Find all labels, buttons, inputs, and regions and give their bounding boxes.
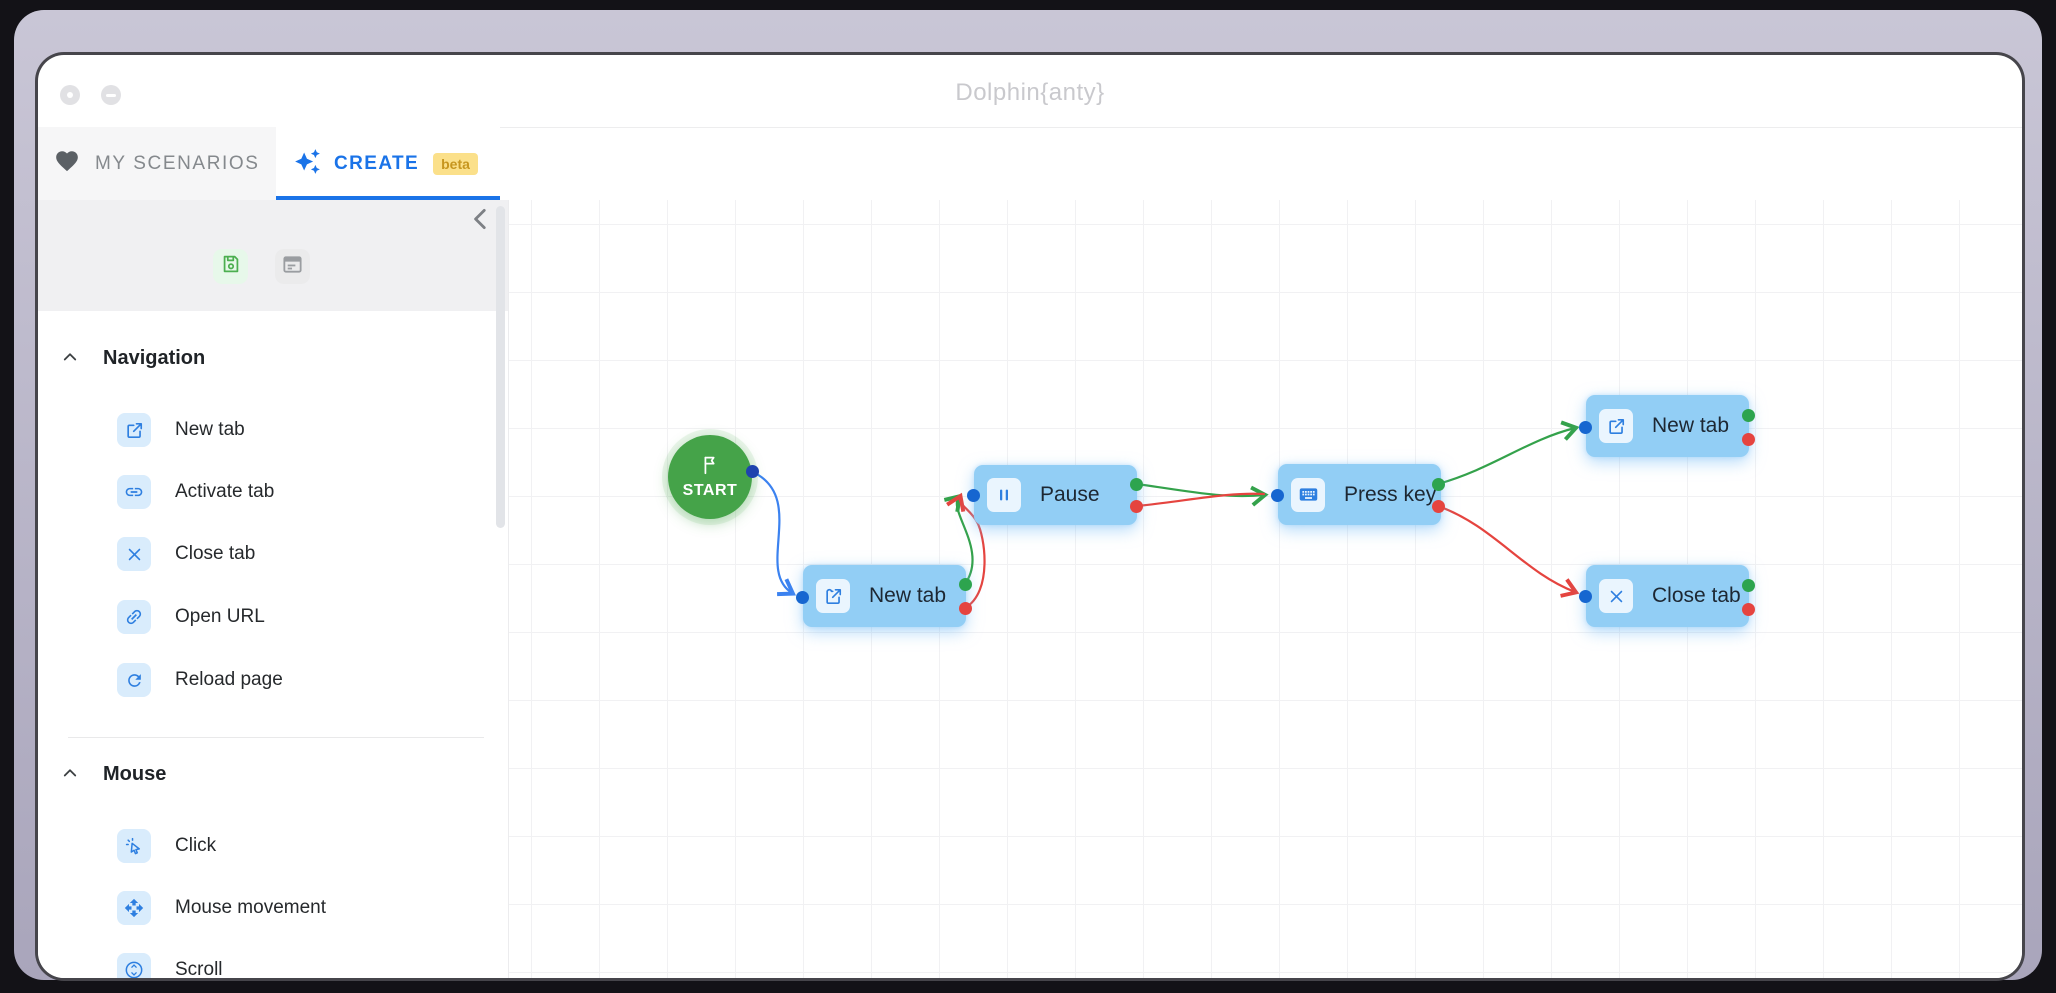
- reload-icon: [117, 663, 151, 697]
- open-url-icon: [117, 600, 151, 634]
- section-header-mouse: Mouse: [38, 760, 166, 788]
- sidebar-item-reload-page[interactable]: Reload page: [117, 660, 283, 700]
- start-node[interactable]: START: [668, 435, 752, 519]
- chevron-up-icon[interactable]: [61, 349, 79, 367]
- node-label: Close tab: [1652, 584, 1741, 608]
- tab-my-scenarios[interactable]: MY SCENARIOS: [38, 127, 276, 200]
- tab-bar: MY SCENARIOS CREATE beta: [38, 127, 2022, 200]
- heart-icon: [54, 148, 80, 179]
- tab-create-label: CREATE: [334, 153, 419, 175]
- save-icon: [220, 253, 242, 280]
- node-new-tab-1[interactable]: New tab: [803, 565, 966, 627]
- activate-tab-icon: [117, 475, 151, 509]
- sidebar-item-mouse-movement[interactable]: Mouse movement: [117, 888, 326, 928]
- start-output-port[interactable]: [746, 465, 759, 478]
- keyboard-icon: [1291, 478, 1325, 512]
- sidebar-item-new-tab[interactable]: New tab: [117, 410, 245, 450]
- sidebar-scrollbar[interactable]: [496, 206, 505, 528]
- start-node-label: START: [683, 482, 738, 500]
- sidebar-item-click[interactable]: Click: [117, 826, 216, 866]
- new-tab-icon: [117, 413, 151, 447]
- section-title: Navigation: [103, 347, 205, 370]
- sidebar-item-label: Reload page: [175, 669, 283, 691]
- sidebar-item-open-url[interactable]: Open URL: [117, 597, 265, 637]
- node-new-tab-2[interactable]: New tab: [1586, 395, 1749, 457]
- form-icon: [281, 253, 304, 281]
- sidebar-item-scroll[interactable]: Scroll: [117, 950, 223, 978]
- node-press-key[interactable]: Press key: [1278, 464, 1441, 525]
- node-label: Pause: [1040, 483, 1100, 507]
- sidebar-item-label: Close tab: [175, 543, 255, 565]
- sidebar-item-label: Activate tab: [175, 481, 274, 503]
- pause-icon: [987, 478, 1021, 512]
- sidebar-item-activate-tab[interactable]: Activate tab: [117, 472, 274, 512]
- node-label: Press key: [1344, 483, 1436, 507]
- pause-input-port[interactable]: [967, 489, 980, 502]
- press-key-fail-port[interactable]: [1432, 500, 1445, 513]
- flag-icon: [699, 454, 721, 481]
- press-key-success-port[interactable]: [1432, 478, 1445, 491]
- title-bar: Dolphin{anty}: [38, 55, 2022, 128]
- new-tab-1-success-port[interactable]: [959, 578, 972, 591]
- section-title: Mouse: [103, 763, 166, 786]
- form-view-button[interactable]: [275, 249, 310, 284]
- chevron-up-icon[interactable]: [61, 765, 79, 783]
- sidebar-item-label: Click: [175, 835, 216, 857]
- node-label: New tab: [1652, 414, 1729, 438]
- new-tab-2-success-port[interactable]: [1742, 409, 1755, 422]
- node-close-tab[interactable]: Close tab: [1586, 565, 1749, 627]
- scroll-icon: [117, 953, 151, 978]
- new-tab-icon: [816, 579, 850, 613]
- mouse-move-icon: [117, 891, 151, 925]
- new-tab-2-input-port[interactable]: [1579, 421, 1592, 434]
- pause-fail-port[interactable]: [1130, 500, 1143, 513]
- tab-my-scenarios-label: MY SCENARIOS: [95, 153, 260, 175]
- sidebar-item-label: New tab: [175, 419, 245, 441]
- new-tab-2-fail-port[interactable]: [1742, 433, 1755, 446]
- sidebar-item-label: Scroll: [175, 959, 223, 978]
- close-tab-icon: [117, 537, 151, 571]
- new-tab-icon: [1599, 409, 1633, 443]
- pause-success-port[interactable]: [1130, 478, 1143, 491]
- press-key-input-port[interactable]: [1271, 489, 1284, 502]
- sidebar-item-label: Mouse movement: [175, 897, 326, 919]
- section-divider: [68, 737, 484, 738]
- close-tab-icon: [1599, 579, 1633, 613]
- tab-create[interactable]: CREATE beta: [276, 127, 500, 200]
- sidebar-item-close-tab[interactable]: Close tab: [117, 534, 255, 574]
- collapse-sidebar-button[interactable]: [468, 206, 494, 232]
- click-icon: [117, 829, 151, 863]
- new-tab-1-input-port[interactable]: [796, 591, 809, 604]
- sparkles-icon: [294, 148, 321, 180]
- blocks-sidebar: Navigation New tab Activate tab Close ta…: [38, 200, 508, 978]
- node-pause[interactable]: Pause: [974, 465, 1137, 525]
- beta-badge: beta: [433, 153, 478, 175]
- sidebar-item-label: Open URL: [175, 606, 265, 628]
- close-tab-input-port[interactable]: [1579, 590, 1592, 603]
- save-scenario-button[interactable]: [213, 249, 248, 284]
- flow-canvas[interactable]: START New tab Pause Press key: [508, 200, 2022, 978]
- close-tab-fail-port[interactable]: [1742, 603, 1755, 616]
- node-label: New tab: [869, 584, 946, 608]
- app-window: Dolphin{anty} MY SCENARIOS CREATE beta: [38, 55, 2022, 978]
- section-header-navigation: Navigation: [38, 344, 205, 372]
- app-title: Dolphin{anty}: [38, 79, 2022, 107]
- flow-edges: [509, 200, 2022, 978]
- sidebar-toolbar: [38, 200, 508, 311]
- close-tab-success-port[interactable]: [1742, 579, 1755, 592]
- new-tab-1-fail-port[interactable]: [959, 602, 972, 615]
